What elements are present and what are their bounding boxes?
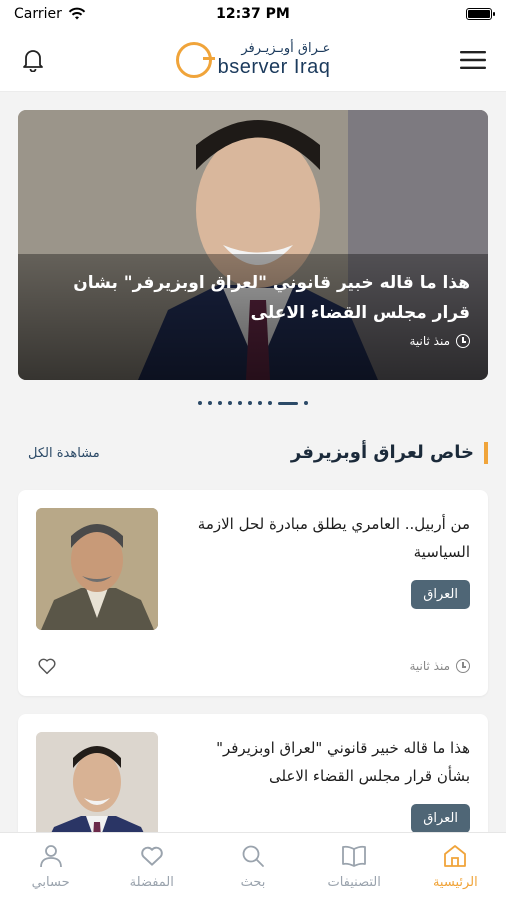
slider-dot[interactable] bbox=[208, 401, 212, 405]
logo-english: bserver Iraq bbox=[217, 56, 331, 78]
status-left: Carrier bbox=[14, 6, 86, 22]
bell-icon bbox=[23, 49, 43, 72]
tab-favorites[interactable]: المفضلة bbox=[107, 843, 197, 890]
notifications-button[interactable] bbox=[18, 45, 48, 75]
article-thumbnail bbox=[36, 508, 158, 630]
tab-categories[interactable]: التصنيفات bbox=[309, 843, 399, 890]
article-title[interactable]: هذا ما قاله خبير قانوني "لعراق اوبزيرفر"… bbox=[180, 734, 470, 790]
search-icon bbox=[242, 845, 264, 867]
article-text: من أربيل.. العامري يطلق مبادرة لحل الازم… bbox=[180, 510, 470, 609]
slider-dot[interactable] bbox=[304, 401, 308, 405]
favorite-heart-icon[interactable] bbox=[36, 655, 58, 677]
see-all-link[interactable]: مشاهدة الكل bbox=[28, 446, 100, 461]
slider-dot[interactable] bbox=[238, 401, 242, 405]
clock-icon bbox=[456, 659, 470, 673]
article-card[interactable]: من أربيل.. العامري يطلق مبادرة لحل الازم… bbox=[18, 490, 488, 696]
category-tag[interactable]: العراق bbox=[411, 580, 470, 609]
wifi-icon bbox=[68, 7, 86, 20]
tab-label: حسابي bbox=[31, 875, 70, 890]
featured-caption: هذا ما قاله خبير قانوني "لعراق اوبزيرفر"… bbox=[18, 254, 488, 380]
slider-dot[interactable] bbox=[218, 401, 222, 405]
article-time: منذ ثانية bbox=[409, 659, 470, 673]
article-title[interactable]: من أربيل.. العامري يطلق مبادرة لحل الازم… bbox=[180, 510, 470, 566]
slider-dot[interactable] bbox=[278, 401, 298, 405]
app-logo[interactable]: عـراق أوبـزيـرفر bserver Iraq bbox=[175, 41, 331, 78]
book-icon bbox=[342, 845, 367, 867]
home-icon bbox=[444, 845, 467, 867]
article-footer: منذ ثانية bbox=[36, 654, 470, 678]
featured-slide[interactable]: هذا ما قاله خبير قانوني "لعراق اوبزيرفر"… bbox=[18, 110, 488, 380]
featured-title[interactable]: هذا ما قاله خبير قانوني "لعراق اوبزيرفر"… bbox=[36, 268, 470, 328]
tab-account[interactable]: حسابي bbox=[6, 843, 96, 890]
featured-time: منذ ثانية bbox=[36, 334, 470, 348]
status-bar: Carrier 12:37 PM bbox=[0, 0, 506, 28]
tab-label: التصنيفات bbox=[327, 875, 381, 890]
tab-label: المفضلة bbox=[129, 875, 174, 890]
featured-time-label: منذ ثانية bbox=[409, 334, 450, 348]
slider-dot[interactable] bbox=[268, 401, 272, 405]
tab-home[interactable]: الرئيسية bbox=[410, 843, 500, 890]
category-tag[interactable]: العراق bbox=[411, 804, 470, 833]
bottom-tab-bar: حسابي المفضلة بحث التصنيفات الرئيسية bbox=[0, 832, 506, 900]
hamburger-menu-icon bbox=[460, 50, 486, 69]
article-time-label: منذ ثانية bbox=[409, 659, 450, 673]
section-header: مشاهدة الكل خاص لعراق أوبزيرفر bbox=[18, 438, 488, 468]
heart-icon bbox=[141, 846, 163, 866]
section-title: خاص لعراق أوبزيرفر bbox=[291, 442, 488, 464]
slider-dot[interactable] bbox=[198, 401, 202, 405]
logo-text: عـراق أوبـزيـرفر bserver Iraq bbox=[218, 42, 331, 77]
slider-pagination bbox=[0, 401, 506, 405]
tab-label: بحث bbox=[240, 875, 266, 890]
user-icon bbox=[39, 845, 62, 868]
menu-button[interactable] bbox=[458, 45, 488, 75]
slider-dot[interactable] bbox=[258, 401, 262, 405]
logo-arabic: عـراق أوبـزيـرفر bbox=[241, 41, 331, 56]
slider-dot[interactable] bbox=[248, 401, 252, 405]
battery-icon bbox=[466, 8, 495, 20]
carrier-label: Carrier bbox=[14, 6, 62, 22]
article-text: هذا ما قاله خبير قانوني "لعراق اوبزيرفر"… bbox=[180, 734, 470, 833]
tab-label: الرئيسية bbox=[432, 875, 478, 890]
tab-search[interactable]: بحث bbox=[208, 843, 298, 890]
app-header: عـراق أوبـزيـرفر bserver Iraq bbox=[0, 28, 506, 92]
logo-mark bbox=[175, 41, 215, 78]
slider-dot[interactable] bbox=[228, 401, 232, 405]
clock-icon bbox=[456, 334, 470, 348]
